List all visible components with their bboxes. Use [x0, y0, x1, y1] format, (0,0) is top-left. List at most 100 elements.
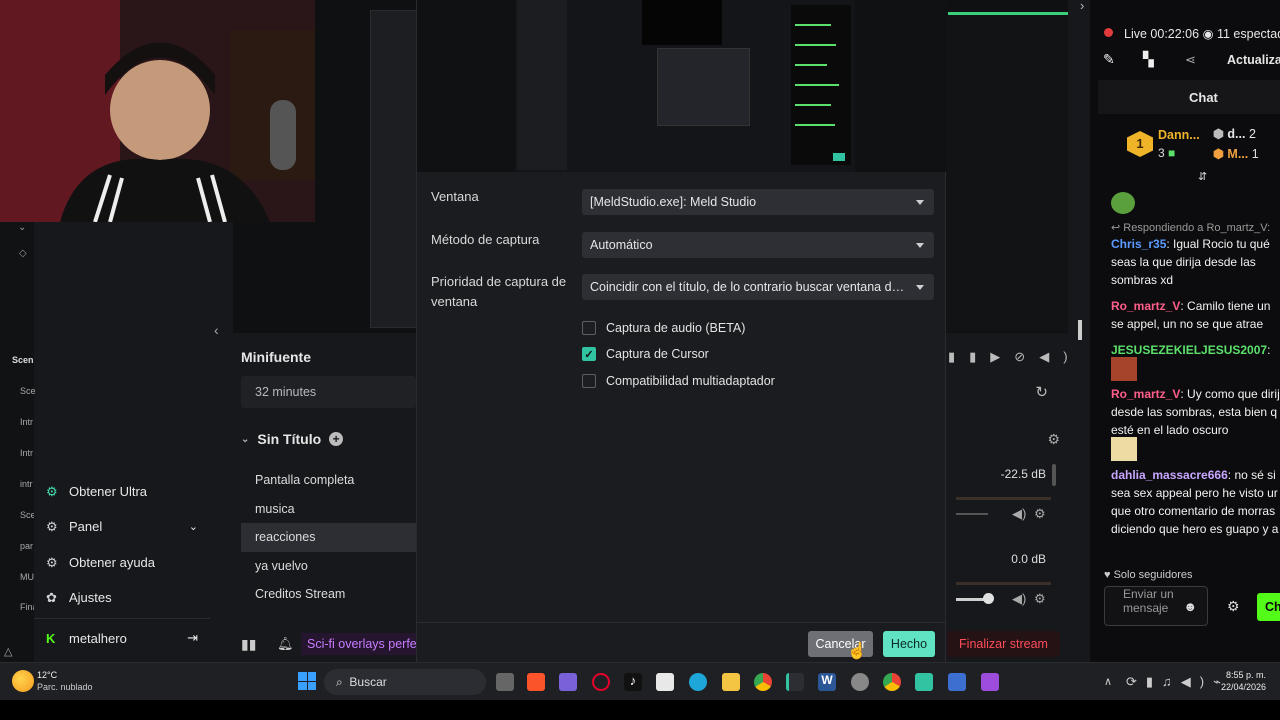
brave-icon[interactable]	[527, 673, 545, 691]
speaker-icon[interactable]: ◀)	[1012, 506, 1026, 522]
taskbar-date[interactable]: 22/04/2026	[1217, 682, 1266, 692]
chrome-icon[interactable]	[883, 673, 901, 691]
live-status: Live 00:22:06 ◉ 11 espectad	[1124, 27, 1280, 41]
share-icon[interactable]: ⋖	[1185, 52, 1196, 68]
menu-panel[interactable]: ⚙ Panel ⌄	[46, 516, 198, 536]
leader-name-1[interactable]: Dann...	[1158, 128, 1200, 142]
preview-nested-ui	[370, 10, 418, 328]
rail-scene-label[interactable]: Intr	[20, 448, 33, 458]
store-icon[interactable]	[656, 673, 674, 691]
expand-chevron-icon[interactable]: ›	[1080, 0, 1084, 13]
meld-icon[interactable]	[786, 673, 804, 691]
rail-scene-label[interactable]: intr	[20, 479, 33, 489]
alert-icon[interactable]: △	[4, 645, 12, 658]
meld-studio-icon[interactable]	[948, 673, 966, 691]
bell-icon[interactable]: 🔔︎	[277, 636, 294, 652]
chrome-icon[interactable]	[754, 673, 772, 691]
menu-ajustes[interactable]: ✿ Ajustes	[46, 587, 112, 607]
folder-icon[interactable]	[722, 673, 740, 691]
playback-controls[interactable]: ▮▮▶⊘◀)	[948, 349, 1082, 365]
tray-chevron-icon[interactable]: ∧	[1104, 675, 1112, 688]
window-capture-preview	[417, 0, 947, 172]
weather-desc[interactable]: Parc. nublado	[37, 682, 93, 692]
chat-input[interactable]: Enviar un mensaje ☻	[1104, 586, 1208, 626]
thumb-chat	[791, 5, 851, 165]
settings-app-icon[interactable]	[851, 673, 869, 691]
checkbox-box[interactable]	[582, 321, 596, 335]
cursor-capture-checkbox[interactable]: ✓ Captura de Cursor	[582, 347, 709, 361]
scene-item[interactable]: ya vuelvo	[241, 552, 416, 581]
checkbox-checked[interactable]: ✓	[582, 347, 596, 361]
mixer-gear-icon[interactable]: ⚙	[1047, 431, 1060, 448]
scene-collection-title[interactable]: ⌄ Sin Título +	[241, 431, 344, 447]
rail-scene-label[interactable]: MU	[20, 572, 34, 582]
edge-icon[interactable]	[689, 673, 707, 691]
menu-user[interactable]: K metalhero ⇥	[46, 628, 198, 648]
collapse-left-icon[interactable]: ‹	[214, 322, 219, 338]
gear-icon[interactable]: ⚙	[1034, 591, 1046, 607]
speaker-icon[interactable]: ◀)	[1012, 591, 1026, 607]
scene-item-selected[interactable]: reacciones	[241, 523, 416, 552]
emoji-icon[interactable]: ☻	[1183, 599, 1197, 614]
menu-divider	[34, 618, 210, 619]
scene-item[interactable]: Pantalla completa	[241, 466, 416, 495]
menu-obtener-ultra[interactable]: ⚙ Obtener Ultra	[46, 481, 147, 501]
webcam-feed	[0, 0, 315, 223]
collapse-leaderboard-icon[interactable]: ⇵	[1198, 170, 1207, 183]
done-button[interactable]: Hecho	[883, 631, 935, 657]
word-icon[interactable]: W	[818, 673, 836, 691]
mixer-scrollbar[interactable]	[1052, 464, 1056, 486]
minifuente-title: Minifuente	[241, 349, 311, 365]
volume-slider-2[interactable]	[956, 582, 1051, 585]
scene-item[interactable]: Creditos Stream	[241, 580, 416, 609]
windows-start-icon[interactable]	[298, 672, 316, 690]
checkbox-box[interactable]	[582, 374, 596, 388]
weather-temp[interactable]: 12°C	[37, 670, 57, 680]
tiktok-icon[interactable]: ♪	[624, 673, 642, 691]
capture-method-select[interactable]: Automático	[582, 232, 934, 258]
weather-icon[interactable]	[12, 670, 34, 692]
refresh-icon[interactable]: ↻	[1035, 383, 1048, 401]
menu-obtener-ayuda[interactable]: ⚙ Obtener ayuda	[46, 552, 155, 572]
rail-scene-label[interactable]: par	[20, 541, 33, 551]
source-settings-dialog: Ventana [MeldStudio.exe]: Meld Studio Mé…	[416, 0, 947, 662]
stats-icon[interactable]: ▮▮	[241, 636, 256, 653]
rail-diamond-icon[interactable]: ◇	[19, 248, 27, 259]
volume-track-1	[956, 513, 988, 515]
leader-name-3[interactable]: ⬢ M... 1	[1213, 146, 1259, 161]
chat-send-button[interactable]: Ch	[1257, 593, 1280, 621]
logout-icon[interactable]: ⇥	[187, 630, 198, 646]
window-select[interactable]: [MeldStudio.exe]: Meld Studio	[582, 189, 934, 215]
preview-scroll-handle[interactable]	[1078, 320, 1082, 340]
task-view-icon[interactable]	[496, 673, 514, 691]
rail-scene-label[interactable]: Sce	[20, 386, 36, 396]
taskbar-search[interactable]: ⌕ Buscar	[324, 669, 486, 695]
opera-icon[interactable]	[592, 673, 610, 691]
volume-slider-1[interactable]	[956, 497, 1051, 500]
tray-icons[interactable]: ⟳▮♫◀)⌁	[1126, 674, 1230, 690]
update-button[interactable]: Actualizar	[1227, 53, 1280, 67]
rail-chevron-icon[interactable]: ⌄	[18, 222, 26, 233]
volume-knob-2[interactable]	[983, 593, 994, 604]
dialog-footer-divider	[417, 622, 947, 623]
add-scene-icon[interactable]: +	[329, 432, 344, 446]
clapper-icon[interactable]: ▚	[1143, 51, 1154, 68]
rail-scene-label[interactable]: Intr	[20, 417, 33, 427]
chat-settings-icon[interactable]: ⚙	[1227, 598, 1240, 615]
taskbar-time[interactable]: 8:55 p. m.	[1222, 670, 1266, 680]
scene-item[interactable]: musica	[241, 495, 416, 524]
scene-list: Pantalla completa musica reacciones ya v…	[241, 466, 416, 609]
end-stream-button[interactable]: Finalizar stream	[947, 631, 1060, 657]
streamlabs-icon[interactable]	[915, 673, 933, 691]
emote-icon	[1111, 437, 1137, 461]
leader-name-2[interactable]: ⬢ d... 2	[1213, 126, 1256, 141]
multiadapter-checkbox[interactable]: Compatibilidad multiadaptador	[582, 374, 775, 388]
ticker-banner[interactable]: Sci-fi overlays perfec	[301, 633, 416, 655]
audio-capture-checkbox[interactable]: Captura de audio (BETA)	[582, 321, 745, 335]
teams-icon[interactable]	[559, 673, 577, 691]
gear-icon[interactable]: ⚙	[1034, 506, 1046, 522]
chat-tab[interactable]: Chat	[1189, 90, 1218, 105]
edit-icon[interactable]: ✎	[1103, 51, 1115, 68]
capture-priority-select[interactable]: Coincidir con el título, de lo contrario…	[582, 274, 934, 300]
app-icon[interactable]	[981, 673, 999, 691]
